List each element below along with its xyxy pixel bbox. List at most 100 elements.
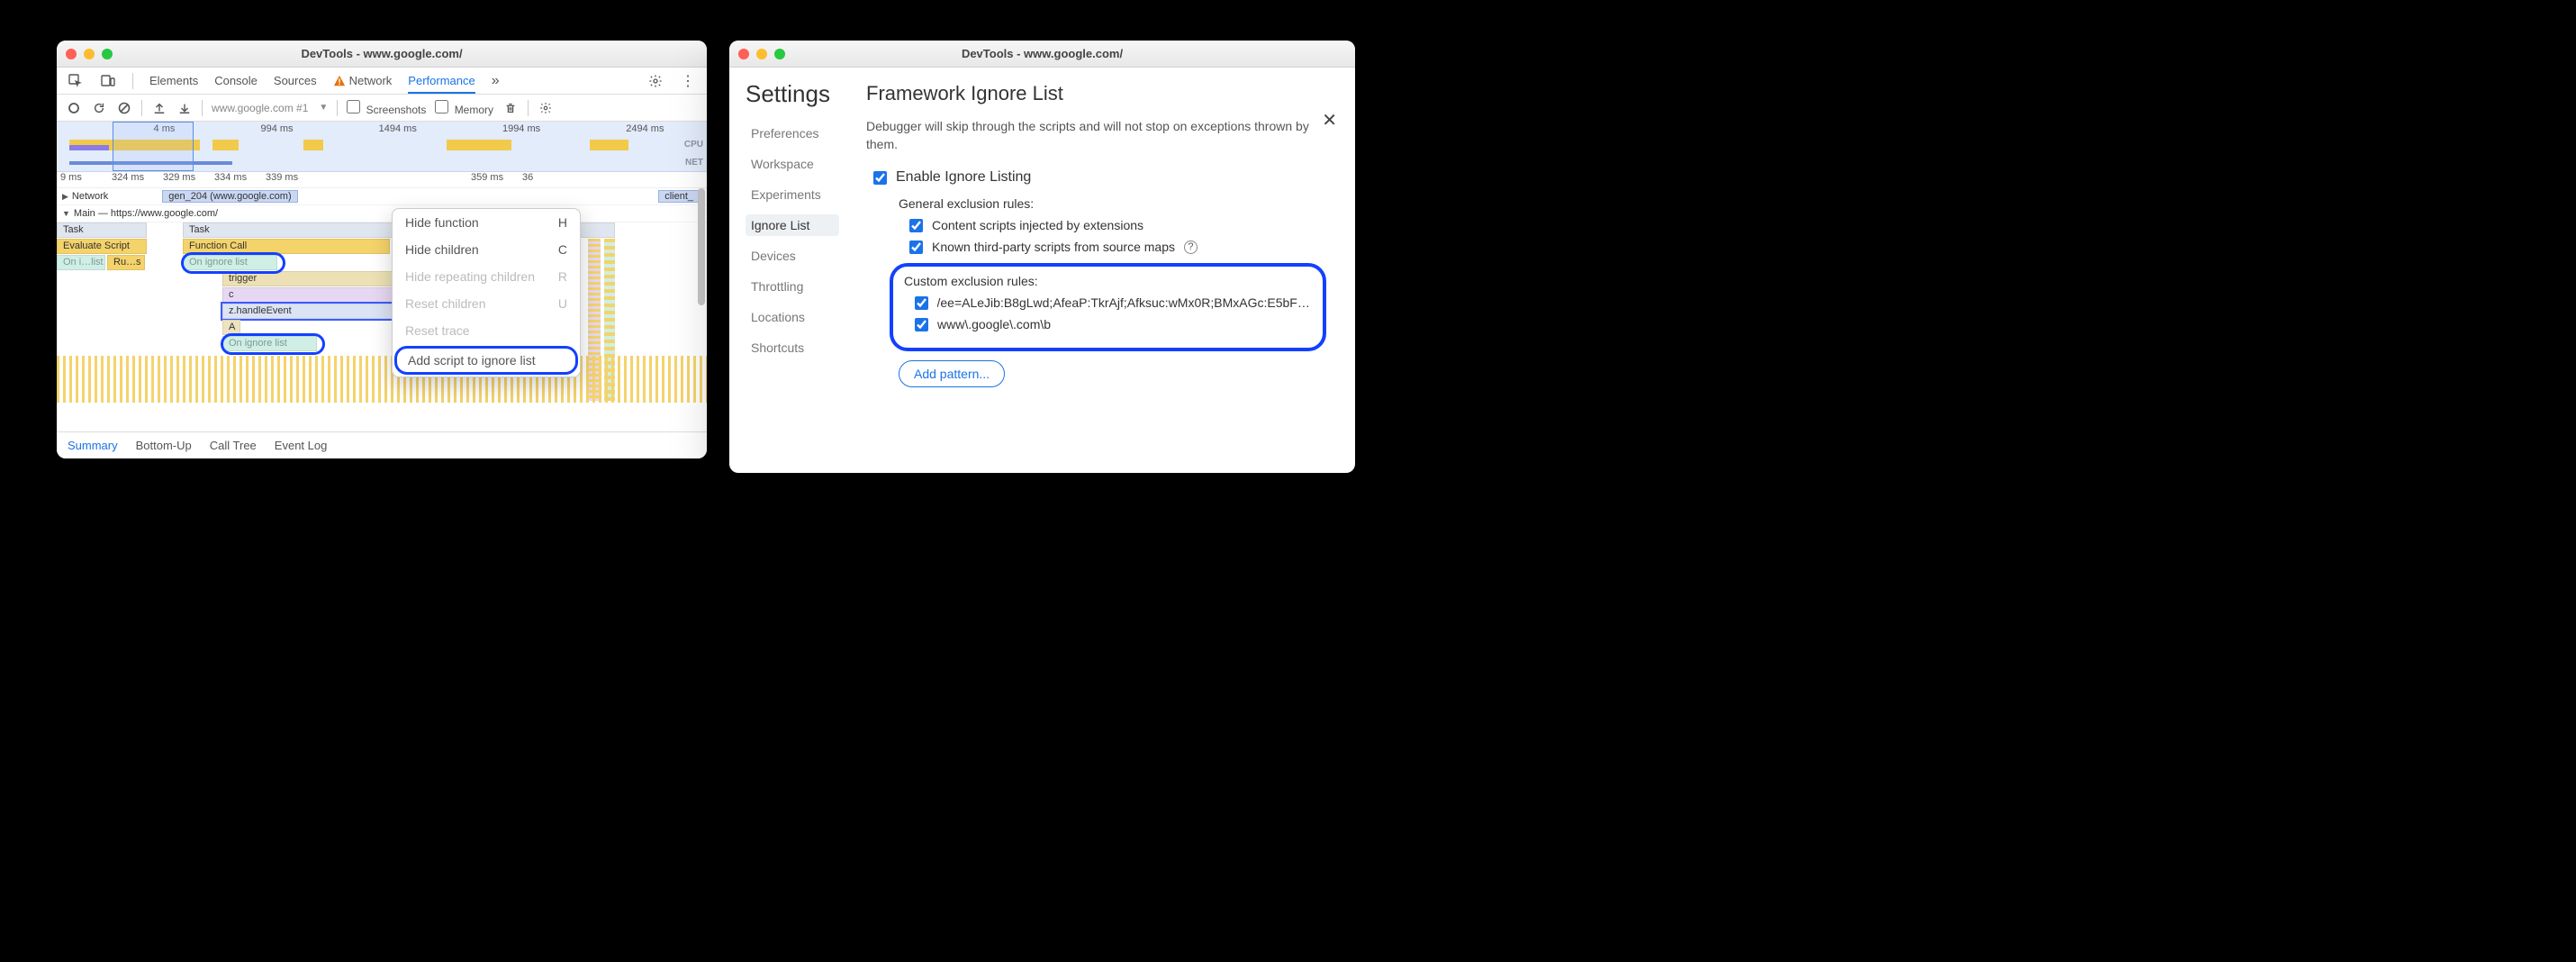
- custom-rule-text[interactable]: /ee=ALeJib:B8gLwd;AfeaP:TkrAjf;Afksuc:wM…: [937, 295, 1315, 310]
- flame-evaluate-script[interactable]: Evaluate Script: [57, 239, 147, 254]
- cm-hide-repeating-children: Hide repeating childrenR: [393, 263, 580, 290]
- custom-rule-1-checkbox[interactable]: [915, 296, 928, 310]
- cm-hide-children[interactable]: Hide childrenC: [393, 236, 580, 263]
- rule-content-scripts-checkbox[interactable]: [909, 219, 923, 232]
- tab-elements[interactable]: Elements: [149, 74, 198, 87]
- overview-selection[interactable]: [113, 122, 194, 171]
- flame-chart-area[interactable]: ▶ Network gen_204 (www.google.com) clien…: [57, 188, 707, 431]
- network-track-header[interactable]: ▶ Network gen_204 (www.google.com) clien…: [57, 188, 707, 205]
- download-icon[interactable]: [176, 100, 193, 116]
- flame-handle-event-selected[interactable]: z.handleEvent: [222, 304, 393, 319]
- tab-bottom-up[interactable]: Bottom-Up: [136, 439, 192, 452]
- flame-ignore-short[interactable]: On i…list: [57, 255, 105, 270]
- overview-tick: 2494 ms: [626, 123, 664, 134]
- maximize-window-button[interactable]: [774, 49, 785, 59]
- kebab-menu-icon[interactable]: ⋮: [680, 73, 696, 89]
- window-title: DevTools - www.google.com/: [729, 47, 1355, 60]
- context-menu: Hide functionH Hide childrenC Hide repea…: [392, 208, 581, 377]
- performance-settings-gear-icon[interactable]: [538, 100, 554, 116]
- screenshots-checkbox[interactable]: Screenshots: [347, 100, 426, 116]
- tab-network[interactable]: Network: [333, 74, 393, 87]
- sidebar-item-experiments[interactable]: Experiments: [746, 184, 839, 205]
- sidebar-item-locations[interactable]: Locations: [746, 306, 839, 328]
- sidebar-item-workspace[interactable]: Workspace: [746, 153, 839, 175]
- titlebar[interactable]: DevTools - www.google.com/: [729, 41, 1355, 68]
- flame-ignore-list-2[interactable]: On ignore list: [222, 336, 317, 351]
- device-mode-icon[interactable]: [100, 73, 116, 89]
- minimize-window-button[interactable]: [756, 49, 767, 59]
- garbage-collect-icon[interactable]: [502, 100, 519, 116]
- overview-tick: 1994 ms: [502, 123, 540, 134]
- rule-third-party-checkbox[interactable]: [909, 240, 923, 254]
- tab-sources[interactable]: Sources: [274, 74, 317, 87]
- custom-rule-2-checkbox[interactable]: [915, 318, 928, 331]
- enable-ignore-listing-checkbox[interactable]: [873, 171, 887, 185]
- general-rules-heading: General exclusion rules:: [899, 196, 1326, 211]
- window-title: DevTools - www.google.com/: [57, 47, 707, 60]
- close-window-button[interactable]: [66, 49, 77, 59]
- tab-performance[interactable]: Performance: [408, 74, 475, 94]
- performance-toolbar: www.google.com #1 ▼ Screenshots Memory: [57, 95, 707, 122]
- close-window-button[interactable]: [738, 49, 749, 59]
- devtools-tabbar: Elements Console Sources Network Perform…: [57, 68, 707, 95]
- rule-label: Known third-party scripts from source ma…: [932, 240, 1175, 254]
- tab-console[interactable]: Console: [214, 74, 258, 87]
- inspect-element-icon[interactable]: [68, 73, 84, 89]
- devtools-window-performance: DevTools - www.google.com/ Elements Cons…: [57, 41, 707, 458]
- titlebar[interactable]: DevTools - www.google.com/: [57, 41, 707, 68]
- tab-summary[interactable]: Summary: [68, 439, 118, 452]
- flame-stripes: [57, 356, 707, 403]
- settings-heading: Settings: [746, 80, 839, 108]
- main-track-header[interactable]: ▼ Main — https://www.google.com/: [57, 205, 707, 222]
- overview-tick: 994 ms: [260, 123, 293, 134]
- settings-sidebar: Settings Preferences Workspace Experimen…: [729, 68, 846, 473]
- close-settings-icon[interactable]: ✕: [1322, 109, 1337, 132]
- network-request-block[interactable]: gen_204 (www.google.com): [162, 190, 297, 203]
- recording-select[interactable]: www.google.com #1 ▼: [212, 102, 328, 114]
- more-tabs-chevron-icon[interactable]: »: [492, 73, 500, 89]
- sidebar-item-preferences[interactable]: Preferences: [746, 123, 839, 144]
- sidebar-item-devices[interactable]: Devices: [746, 245, 839, 267]
- details-tabbar: Summary Bottom-Up Call Tree Event Log: [57, 431, 707, 458]
- enable-ignore-listing-label: Enable Ignore Listing: [896, 169, 1031, 186]
- settings-gear-icon[interactable]: [647, 73, 664, 89]
- flame-trigger[interactable]: trigger: [222, 271, 393, 286]
- traffic-lights[interactable]: [738, 49, 785, 59]
- expand-icon[interactable]: ▶: [62, 192, 68, 202]
- timeline-overview[interactable]: 4 ms 994 ms 1494 ms 1994 ms 2494 ms CPU …: [57, 122, 707, 172]
- sidebar-item-throttling[interactable]: Throttling: [746, 276, 839, 297]
- settings-description: Debugger will skip through the scripts a…: [866, 118, 1326, 153]
- flame-task[interactable]: Task: [57, 222, 147, 238]
- cm-hide-function[interactable]: Hide functionH: [393, 209, 580, 236]
- upload-icon[interactable]: [151, 100, 167, 116]
- record-button-icon[interactable]: [66, 100, 82, 116]
- network-request-block[interactable]: client_: [658, 190, 700, 203]
- settings-content: ✕ Framework Ignore List Debugger will sk…: [846, 68, 1355, 473]
- maximize-window-button[interactable]: [102, 49, 113, 59]
- scrollbar-thumb[interactable]: [698, 188, 705, 305]
- time-ruler: 9 ms 324 ms 329 ms 334 ms 339 ms 359 ms …: [57, 172, 707, 188]
- traffic-lights[interactable]: [66, 49, 113, 59]
- add-pattern-button[interactable]: Add pattern...: [899, 360, 1005, 387]
- flame-run[interactable]: Ru…s: [107, 255, 145, 270]
- minimize-window-button[interactable]: [84, 49, 95, 59]
- settings-page-title: Framework Ignore List: [866, 82, 1326, 105]
- flame-ignore-list-1[interactable]: On ignore list: [183, 255, 277, 270]
- memory-checkbox[interactable]: Memory: [435, 100, 493, 116]
- tab-event-log[interactable]: Event Log: [275, 439, 328, 452]
- custom-rule-text[interactable]: www\.google\.com\b: [937, 317, 1051, 331]
- sidebar-item-shortcuts[interactable]: Shortcuts: [746, 337, 839, 358]
- net-lane-label: NET: [685, 158, 703, 168]
- flame-a[interactable]: A: [222, 320, 240, 335]
- flame-function-call[interactable]: Function Call: [183, 239, 390, 254]
- sidebar-item-ignore-list[interactable]: Ignore List: [746, 214, 839, 236]
- collapse-icon[interactable]: ▼: [62, 209, 70, 218]
- help-icon[interactable]: ?: [1184, 240, 1198, 254]
- flame-c[interactable]: c: [222, 287, 393, 303]
- reload-record-icon[interactable]: [91, 100, 107, 116]
- tab-call-tree[interactable]: Call Tree: [210, 439, 257, 452]
- cm-add-to-ignore-list[interactable]: Add script to ignore list: [394, 346, 578, 375]
- clear-icon[interactable]: [116, 100, 132, 116]
- warning-icon: [333, 75, 346, 87]
- dropdown-chevron-icon: ▼: [319, 103, 328, 113]
